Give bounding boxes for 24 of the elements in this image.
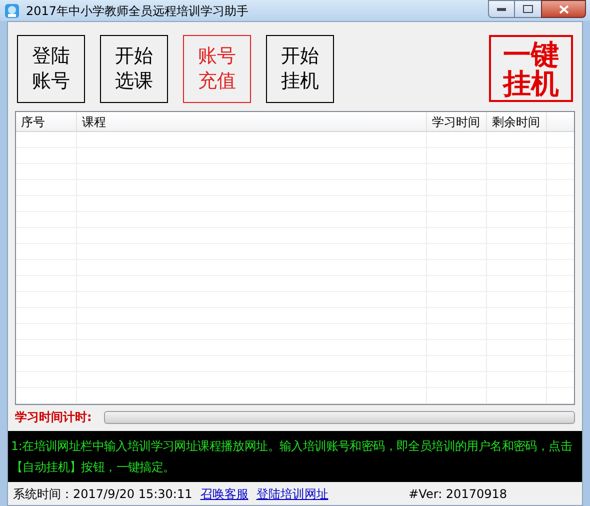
column-header[interactable]: 剩余时间 <box>487 112 547 131</box>
maximize-button[interactable] <box>515 0 541 18</box>
column-header[interactable]: 学习时间 <box>427 112 487 131</box>
window-title: 2017年中小学教师全员远程培训学习助手 <box>26 2 249 20</box>
app-icon <box>4 2 20 18</box>
version-label: #Ver: 20170918 <box>408 486 507 502</box>
column-header[interactable]: 课程 <box>77 112 427 131</box>
link[interactable]: 召唤客服 <box>200 484 248 502</box>
column-header[interactable]: 序号 <box>16 112 77 131</box>
log-line: 1:在培训网址栏中输入培训学习网址课程播放网址。输入培训账号和密码，即全员培训的用户名和密码，点击 <box>11 438 573 454</box>
action-button[interactable]: 登陆账号 <box>17 35 85 103</box>
close-icon <box>558 4 568 14</box>
log-line: 【自动挂机】按钮，一键搞定。 <box>11 460 176 474</box>
minimize-button[interactable] <box>488 0 515 18</box>
timer-label: 学习时间计时: <box>15 409 93 426</box>
action-button[interactable]: 开始挂机 <box>266 35 334 103</box>
maximize-icon <box>523 5 533 13</box>
action-button[interactable]: 开始选课 <box>100 35 168 103</box>
minimize-icon <box>497 8 506 10</box>
close-button[interactable] <box>541 0 586 18</box>
system-time: 系统时间：2017/9/20 15:30:11 <box>13 486 192 502</box>
one-click-button[interactable]: 一键挂机 <box>489 35 573 102</box>
link[interactable]: 登陆培训网址 <box>256 484 328 502</box>
action-button[interactable]: 账号充值 <box>183 35 251 103</box>
